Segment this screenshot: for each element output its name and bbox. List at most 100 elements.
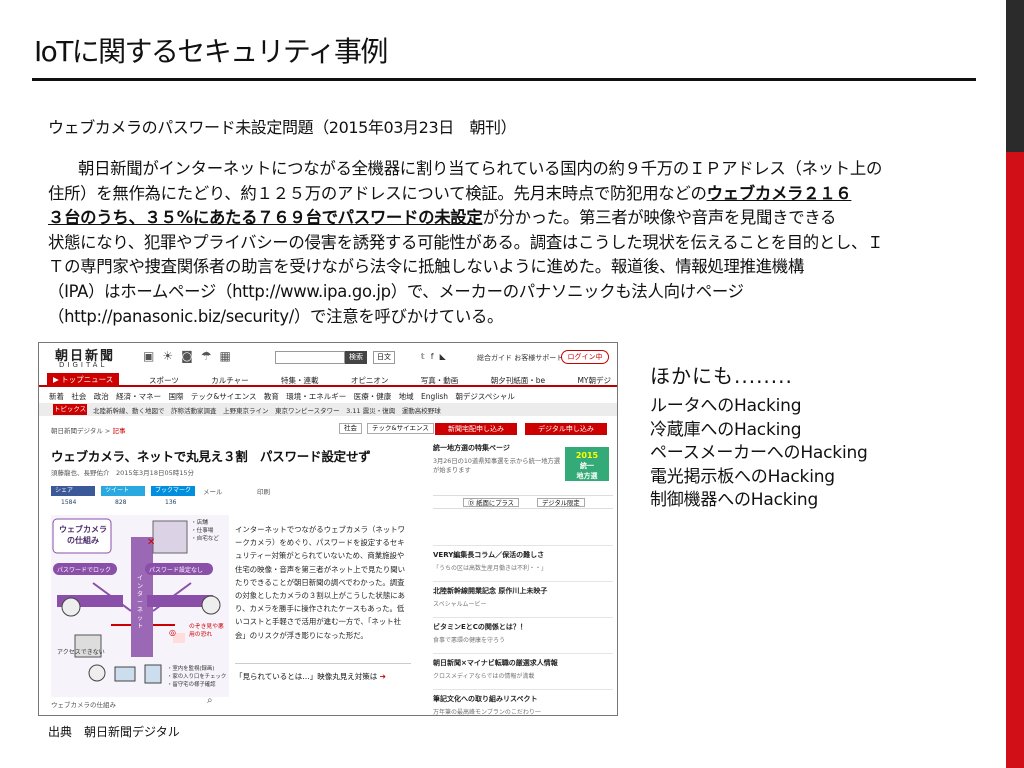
- info-access: アクセスできない: [57, 649, 105, 656]
- rc-button-digital: デジタル限定: [537, 498, 585, 507]
- paper-subscribe-button: 新聞宅配申し込み: [435, 423, 517, 435]
- nav-top-news: ▶ トップニュース: [47, 373, 119, 387]
- side-bar-dark: [1006, 0, 1024, 152]
- rc-item-sub: 食事で悪環の健康を守ろう: [433, 637, 506, 644]
- camera-icon: ◙: [181, 349, 201, 363]
- rc-item-sub: 万年筆の最高峰モンブランのこだわり一: [433, 709, 541, 716]
- rc-item-sub: 「うちの区は高数生産月働きは不利・・」: [433, 565, 548, 572]
- rc-item: 北陸新幹線開業記念 原作川上未映子 スペシャルムービー: [433, 581, 613, 617]
- body-line-6: （IPA）はホームページ（http://www.ipa.go.jp）で、メーカー…: [48, 281, 744, 301]
- breadcrumb: 朝日新聞デジタル > 記事: [51, 427, 126, 435]
- rc-item: VERY編集長コラム／保活の難しさ 「うちの区は高数生産月働きは不利・・」: [433, 545, 613, 581]
- infographic-caption: ウェブカメラの仕組み: [51, 701, 116, 709]
- login-badge: ログイン中: [561, 350, 609, 364]
- body-emphasis-2: ３台のうち、３５%にあたる７６９台でパスワードの未設定: [48, 208, 483, 228]
- sub-nav: 新着 社会 政治 経済・マネー 国際 テック&サイエンス 教育 環境・エネルギー…: [49, 392, 515, 401]
- info-peek: のぞき見や悪用の恐れ: [189, 624, 224, 638]
- tv-icon: ▣: [143, 349, 163, 363]
- arrow-icon: ➔: [379, 672, 386, 681]
- election-badge: 2015 統一 地方選: [565, 447, 609, 481]
- rc-item-sub: スペシャルムービー: [433, 601, 487, 608]
- site-header: 朝日新聞 DIGITAL ▣☀◙☂▦ 検索 日文 𝕥f◣ 総合ガイド お客様サポ…: [39, 343, 617, 373]
- count-hatena: 136: [165, 499, 177, 506]
- other-item: 電光掲示板へのHacking: [650, 466, 835, 487]
- other-item: 制御機器へのHacking: [650, 490, 819, 511]
- rc-item-title: 朝日新聞×マイナビ転職の厳選求人情報: [433, 659, 558, 667]
- rc-item: 筆記文化への取り組みリスペクト 万年筆の最高峰モンブランのこだわり一: [433, 689, 613, 716]
- twitter-icon: 𝕥: [421, 352, 431, 361]
- topic-text: 北陸新幹線、動く地図で 詐称活動家調査 上野東京ライン 東京ワンピースタワー 3…: [93, 407, 441, 415]
- article-head: ウェブカメラのパスワード未設定問題（2015年03月23日 朝刊）: [48, 118, 517, 137]
- info-check: ・室内を監視(録画) ・家の入り口をチェック ・留守宅の様子確認: [167, 666, 227, 688]
- zoom-icon: ⌕: [207, 695, 213, 706]
- body-line-3: ３台のうち、３５%にあたる７６９台でパスワードの未設定が分かった。第三者が映像や…: [48, 208, 837, 228]
- grid-icon: ▦: [219, 349, 239, 363]
- nav-items: スポーツ カルチャー 特集・連載 オピニオン 写真・動画 朝夕刊紙面・be MY…: [149, 376, 612, 385]
- info-uses: ・店舗 ・仕事場 ・自宅など: [191, 520, 219, 542]
- article-body: 朝日新聞がインターネットにつながる全機器に割り当てられている国内の約９千万のＩＰ…: [48, 157, 926, 329]
- rc-item-title: VERY編集長コラム／保活の難しさ: [433, 551, 545, 559]
- rc-item: ビタミンEとCの関係とは？！ 食事で悪環の健康を守ろう: [433, 617, 613, 653]
- rc-item-sub: クロスメディアならではの情報が満載: [433, 673, 535, 680]
- news-byline: 須藤龍也、長野佑介 2015年3月18日05時15分: [51, 469, 194, 477]
- slide-title: IoTに関するセキュリティ事例: [34, 35, 388, 68]
- share-hatena: ブックマーク: [151, 486, 195, 496]
- header-icons: ▣☀◙☂▦: [143, 349, 239, 363]
- svg-text:✕: ✕: [147, 537, 155, 548]
- top-links: 総合ガイド お客様サポート: [477, 354, 564, 362]
- body-line-4: 状態になり、犯罪やプライバシーの侵害を誘発する可能性がある。調査はこうした現状を…: [48, 232, 884, 252]
- rc-item: 朝日新聞×マイナビ転職の厳選求人情報 クロスメディアならではの情報が満載: [433, 653, 613, 689]
- share-twitter: ツイート: [101, 486, 145, 496]
- info-lock: パスワードでロック: [57, 567, 112, 574]
- rc-item-title: 筆記文化への取り組みリスペクト: [433, 695, 538, 703]
- other-examples: ほかにも........ ルータへのHacking 冷蔵庫へのHacking ペ…: [650, 360, 868, 513]
- rc-item-list: VERY編集長コラム／保活の難しさ 「うちの区は高数生産月働きは不利・・」 北陸新幹…: [433, 545, 613, 716]
- news-article-text: インターネットでつながるウェブカメラ（ネットワークカメラ）をめぐり、パスワードを…: [235, 525, 405, 640]
- rss-icon: ◣: [439, 352, 452, 361]
- site-search-button: 検索: [345, 351, 367, 364]
- body-line-1: 朝日新聞がインターネットにつながる全機器に割り当てられている国内の約９千万のＩＰ…: [78, 159, 883, 178]
- other-list: ルータへのHacking 冷蔵庫へのHacking ペースメーカーへのHacki…: [650, 395, 868, 513]
- share-print: 印刷: [257, 488, 270, 496]
- rc-item-title: ビタミンEとCの関係とは？！: [433, 623, 527, 631]
- share-facebook: シェア: [51, 486, 95, 496]
- sun-icon: ☀: [162, 349, 182, 363]
- election-title: 統一地方選の特集ページ: [433, 444, 510, 452]
- side-bar-red: [1006, 152, 1024, 768]
- election-sub: 3月26日の10道県知事選を示から統一地方選が始まります: [433, 458, 561, 474]
- other-head: ほかにも........: [650, 364, 793, 388]
- social-icons: 𝕥f◣: [421, 352, 452, 361]
- news-headline: ウェブカメラ、ネットで丸見え３割 パスワード設定せず: [51, 449, 371, 464]
- count-facebook: 1584: [61, 499, 77, 506]
- share-mail: メール: [203, 488, 223, 496]
- rc-button-row: Ⓓ 紙面にプラス デジタル限定: [433, 495, 613, 509]
- rc-button-plus: Ⓓ 紙面にプラス: [463, 498, 519, 507]
- site-search-input: [275, 351, 345, 364]
- news-screenshot: 朝日新聞 DIGITAL ▣☀◙☂▦ 検索 日文 𝕥f◣ 総合ガイド お客様サポ…: [38, 342, 618, 716]
- site-lang-button: 日文: [373, 351, 395, 364]
- body-line-7: （http://panasonic.biz/security/）で注意を呼びかけ…: [48, 306, 504, 326]
- info-nolock: パスワード設定なし: [149, 567, 204, 574]
- weather-icon: ☂: [200, 349, 220, 363]
- other-item: ペースメーカーへのHacking: [650, 443, 868, 464]
- chip-society: 社会: [339, 423, 362, 434]
- related-article: 「見られているとは…」映像丸見え対策は ➔: [235, 663, 411, 683]
- other-item: ルータへのHacking: [650, 396, 802, 416]
- source-credit: 出典 朝日新聞デジタル: [48, 725, 180, 739]
- info-title: ウェブカメラの仕組み: [59, 525, 107, 545]
- body-line-2: 住所）を無作為にたどり、約１２５万のアドレスについて検証。先月末時点で防犯用など…: [48, 183, 852, 203]
- info-internet: インターネット: [137, 575, 144, 630]
- site-logo-sub: DIGITAL: [59, 361, 108, 369]
- count-twitter: 828: [115, 499, 127, 506]
- topic-chip: トピックス: [53, 404, 87, 415]
- webcam-infographic: ✕ ◎ ウェブカメラの仕組み パスワードでロック パスワード設定なし ・店舗 ・…: [51, 515, 229, 697]
- body-line-5: Ｔの専門家や捜査関係者の助言を受けながら法令に抵触しないように進めた。報道後、情…: [48, 257, 804, 277]
- other-item: 冷蔵庫へのHacking: [650, 419, 802, 440]
- rc-item-title: 北陸新幹線開業記念 原作川上未映子: [433, 587, 548, 595]
- digital-subscribe-button: デジタル申し込み: [525, 423, 607, 435]
- chip-tech: テック&サイエンス: [367, 423, 434, 434]
- title-rule: [32, 78, 976, 81]
- facebook-icon: f: [430, 352, 440, 361]
- svg-text:◎: ◎: [169, 628, 176, 637]
- body-emphasis-1: ウェブカメラ２１６: [706, 183, 852, 203]
